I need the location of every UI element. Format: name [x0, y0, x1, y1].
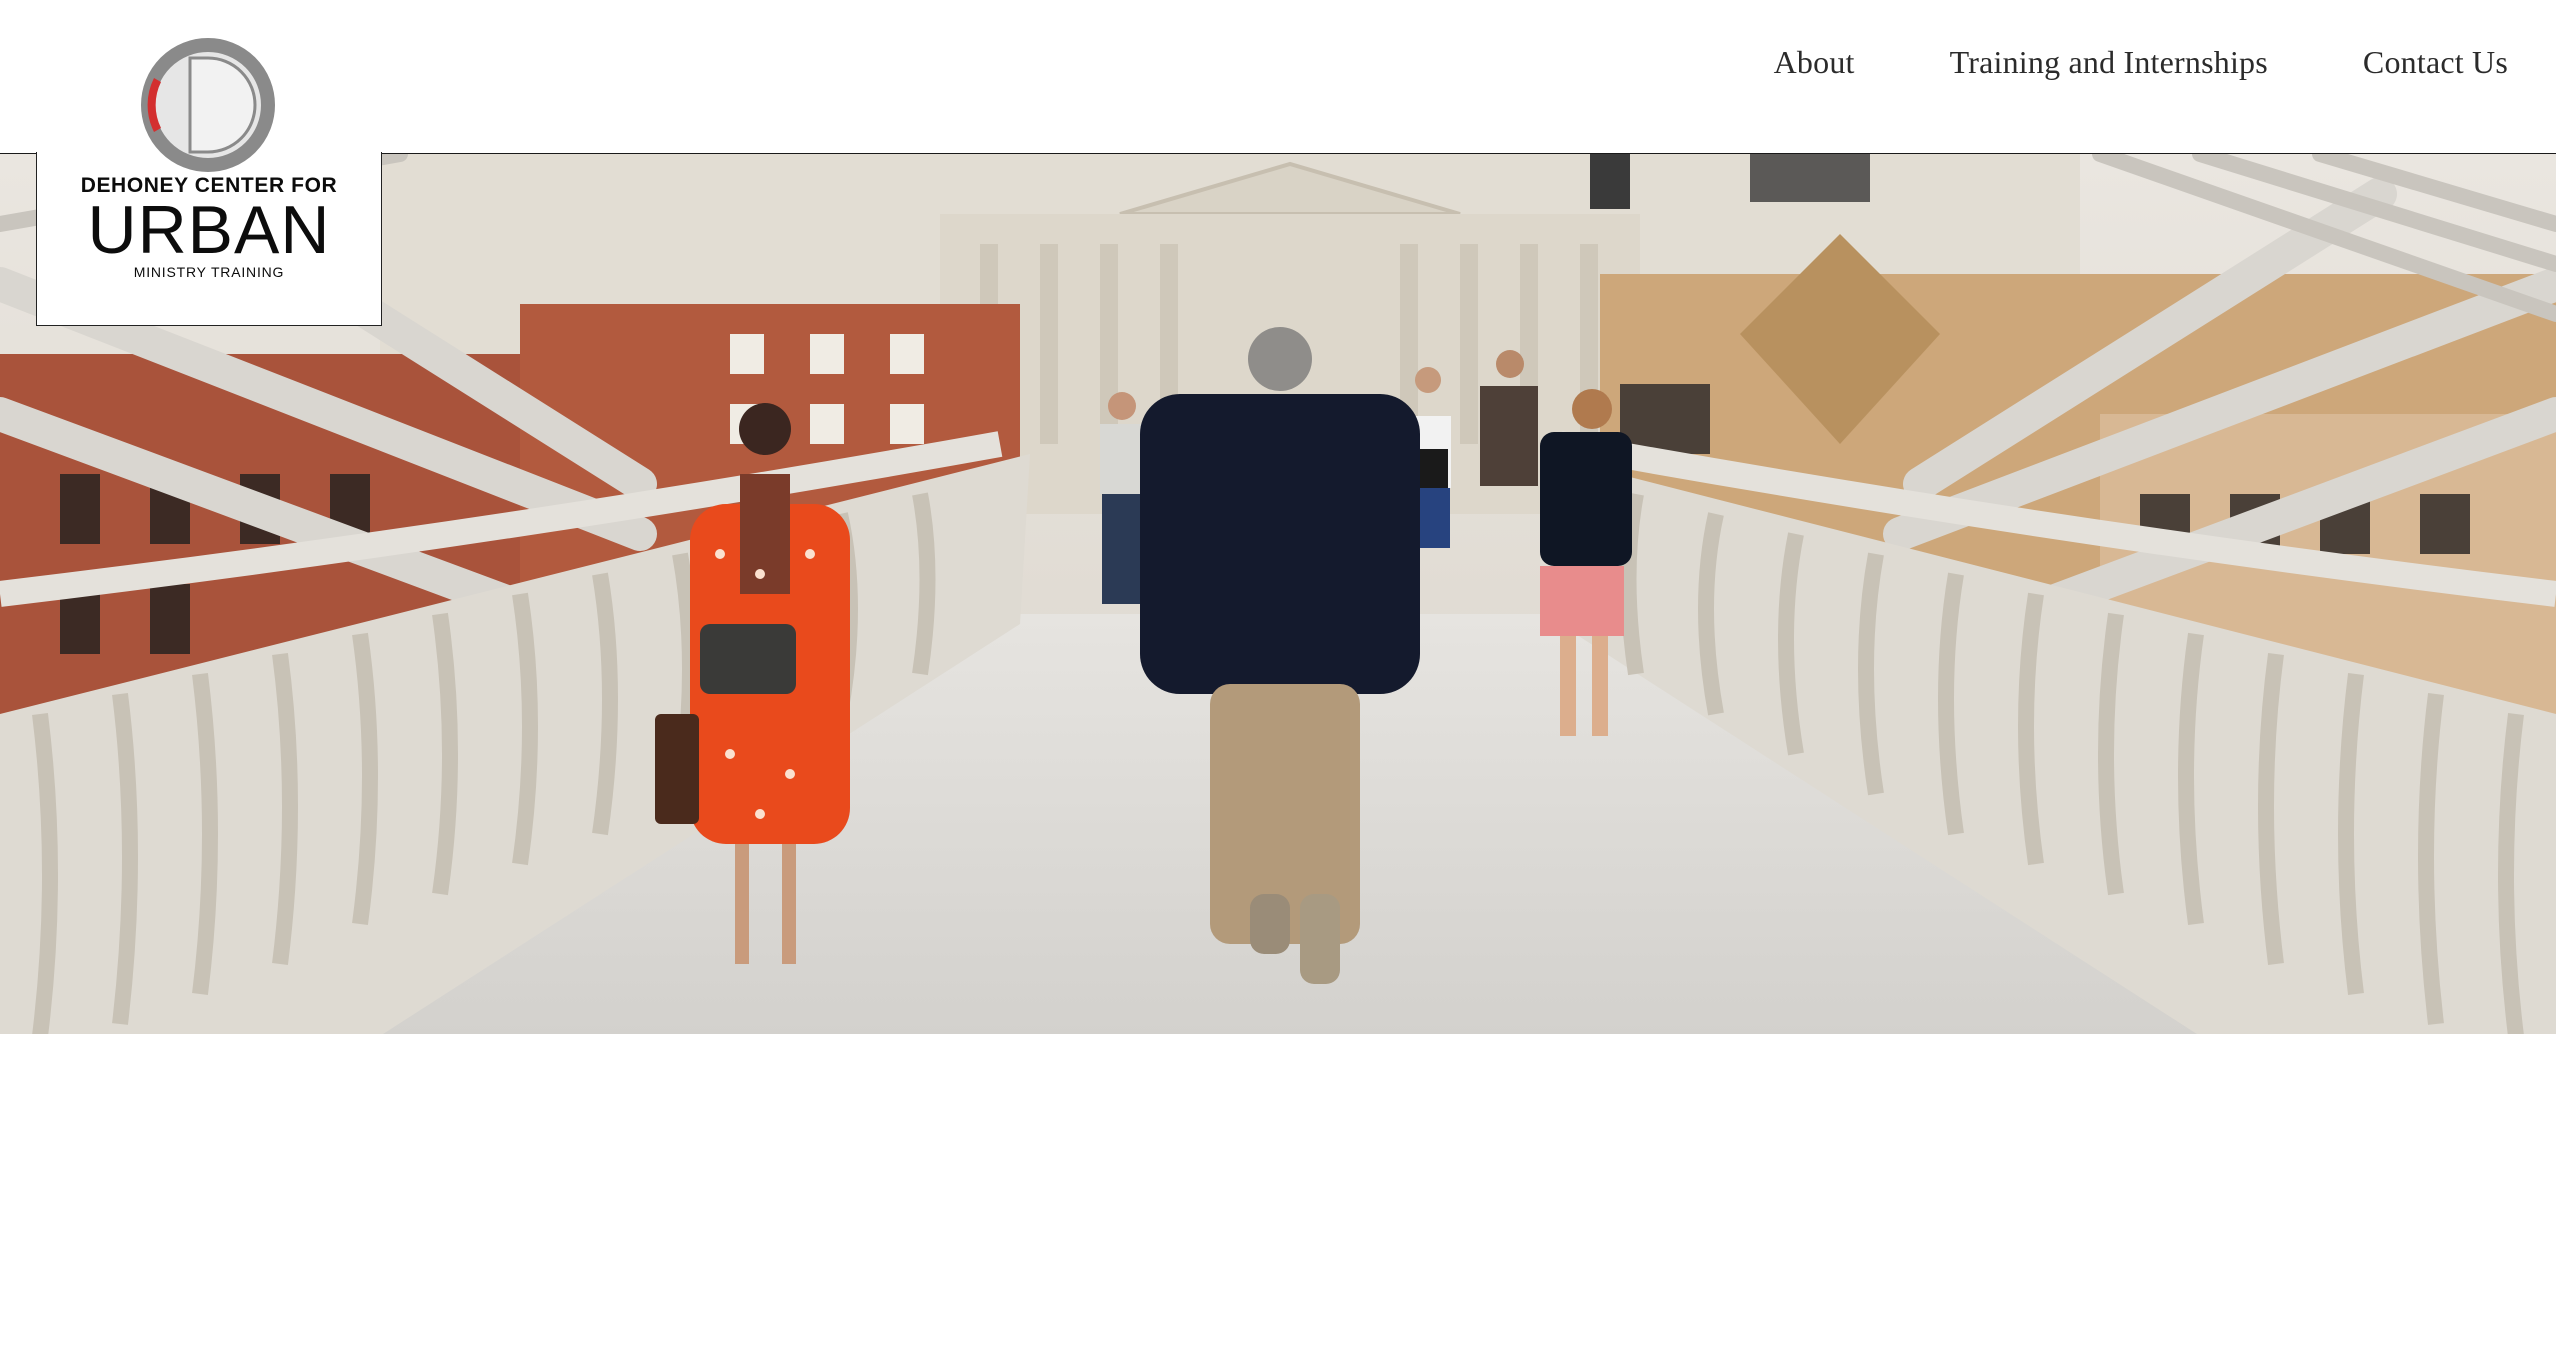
hero-image — [0, 152, 2556, 1034]
site-header: About Training and Internships Contact U… — [0, 0, 2556, 153]
nav-training-internships[interactable]: Training and Internships — [1950, 44, 2268, 81]
logo-urban: URBAN — [87, 192, 331, 268]
logo-subtitle: MINISTRY TRAINING — [133, 264, 285, 280]
footbridge-photo — [0, 154, 2556, 1034]
main-nav: About Training and Internships Contact U… — [1774, 44, 2508, 81]
nav-contact-us[interactable]: Contact Us — [2363, 44, 2508, 81]
logo-ring-icon[interactable] — [135, 38, 281, 172]
site-logo[interactable]: DEHONEY CENTER FOR URBAN MINISTRY TRAINI… — [36, 152, 382, 326]
nav-about[interactable]: About — [1774, 44, 1855, 81]
